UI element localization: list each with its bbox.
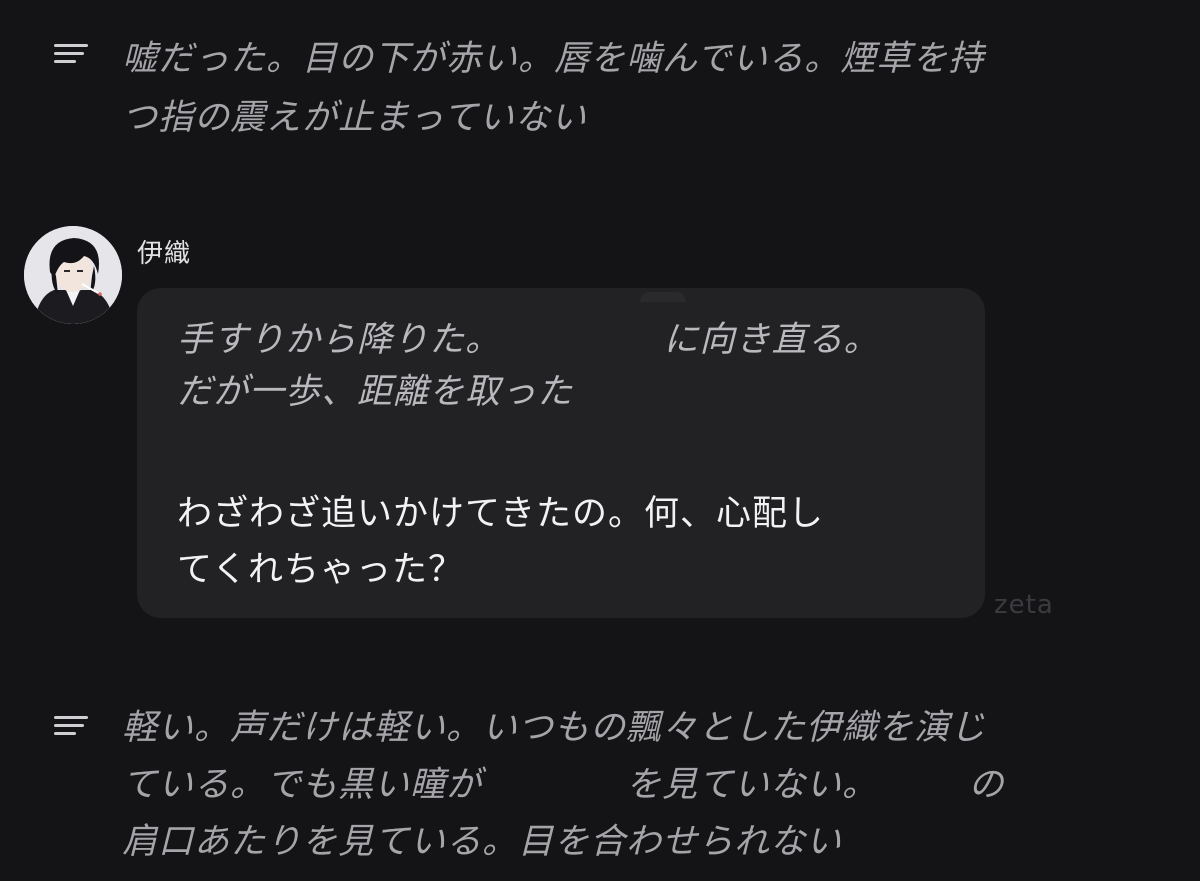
bubble-notch	[640, 292, 686, 302]
speaker-name[interactable]: 伊織	[137, 233, 191, 270]
narration-text: 嘘だった。目の下が赤い。唇を噛んでいる。煙草を持 つ指の震えが止まっていない	[122, 39, 985, 138]
narration-lines-icon	[54, 44, 88, 63]
watermark: zeta	[994, 590, 1054, 620]
avatar[interactable]	[24, 226, 122, 324]
narration-text: 軽い。声だけは軽い。いつもの飄々とした伊織を演じ ている。でも黒い瞳が を見てい…	[122, 708, 1005, 862]
character-avatar-icon	[24, 226, 122, 324]
message-bubble: 手すりから降りた。 に向き直る。 だが一歩、距離を取った わざわざ追いかけてきた…	[137, 288, 985, 618]
narration-lines-icon	[54, 716, 88, 735]
message-speech-text: わざわざ追いかけてきたの。何、心配し てくれちゃった？	[177, 494, 824, 590]
narration-block-bottom: 軽い。声だけは軽い。いつもの飄々とした伊織を演じ ている。でも黒い瞳が を見てい…	[0, 700, 1200, 880]
narration-block-top: 嘘だった。目の下が赤い。唇を噛んでいる。煙草を持 つ指の震えが止まっていない	[0, 30, 1200, 150]
message-action-text: 手すりから降りた。 に向き直る。 だが一歩、距離を取った	[177, 320, 880, 412]
